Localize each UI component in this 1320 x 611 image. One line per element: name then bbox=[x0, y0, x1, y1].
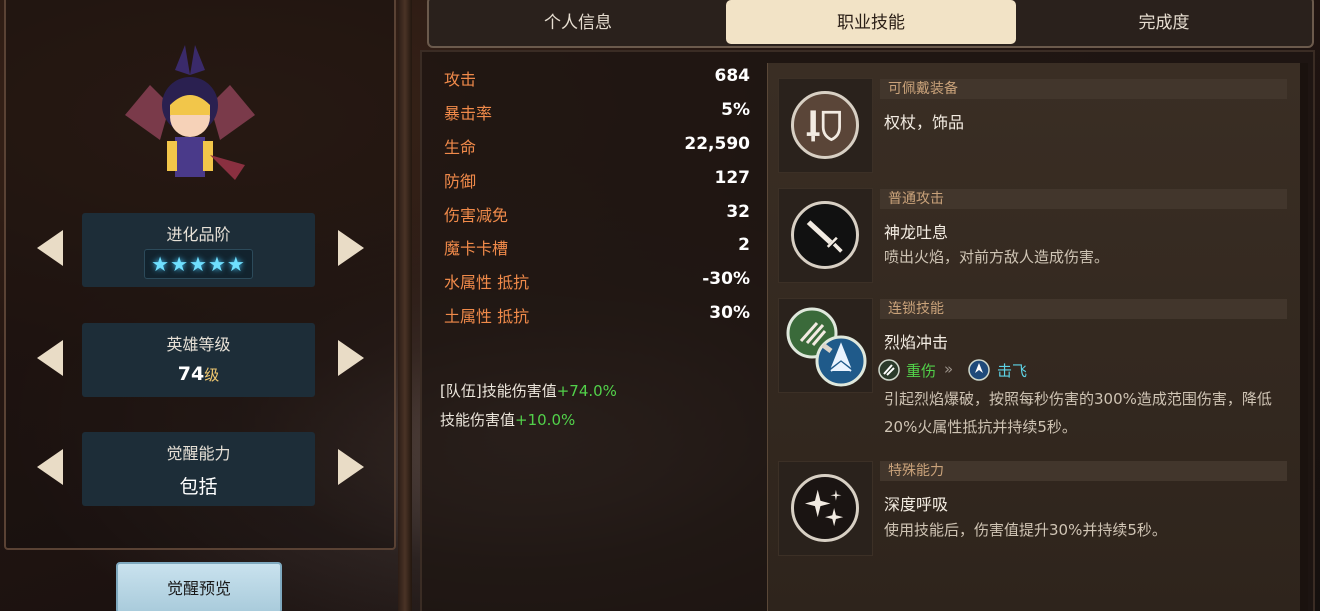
panel-divider bbox=[398, 0, 412, 611]
skill-damage-bonus: 技能伤害值+10.0% bbox=[440, 411, 576, 429]
level-next-arrow[interactable] bbox=[336, 338, 366, 378]
hero-level-label: 英雄等级 bbox=[166, 335, 231, 354]
stat-row: 暴击率 5% bbox=[444, 100, 750, 123]
sparkle-icon bbox=[791, 474, 859, 542]
tab-bar: 个人信息 职业技能 完成度 bbox=[427, 0, 1314, 48]
chain-to-tag: 击飞 bbox=[997, 362, 1028, 380]
tab-personal-info[interactable]: 个人信息 bbox=[433, 0, 723, 44]
chain-skill-icon bbox=[786, 307, 867, 387]
normal-attack-header: 普通攻击 bbox=[880, 189, 1287, 209]
special-name: 深度呼吸 bbox=[884, 495, 949, 514]
normal-attack-desc: 喷出火焰，对前方敌人造成伤害。 bbox=[884, 248, 1110, 266]
tab-class-skills[interactable]: 职业技能 bbox=[726, 0, 1016, 44]
normal-attack-icon-box bbox=[778, 188, 873, 283]
special-desc: 使用技能后，伤害值提升30%并持续5秒。 bbox=[884, 521, 1167, 539]
evolution-card: 进化品阶 ★★★★★ bbox=[82, 213, 315, 287]
hero-level-value: 74级 bbox=[177, 363, 220, 385]
evolution-stars: ★★★★★ bbox=[144, 249, 253, 279]
tab-completion[interactable]: 完成度 bbox=[1019, 0, 1309, 44]
special-header: 特殊能力 bbox=[880, 461, 1287, 481]
stat-row: 土属性 抵抗 30% bbox=[444, 303, 750, 326]
awakening-value: 包括 bbox=[179, 476, 218, 498]
awakening-prev-arrow[interactable] bbox=[35, 447, 65, 487]
evolution-prev-arrow[interactable] bbox=[35, 228, 65, 268]
stat-row: 防御 127 bbox=[444, 168, 750, 191]
evolution-label: 进化品阶 bbox=[166, 225, 231, 244]
equipment-name: 权杖，饰品 bbox=[884, 113, 965, 132]
chain-skill-desc: 引起烈焰爆破，按照每秒伤害的300%造成范围伤害，降低20%火属性抵抗并持续5秒… bbox=[884, 390, 1272, 436]
special-icon-box bbox=[778, 461, 873, 556]
chain-skill-icon-box bbox=[778, 298, 873, 393]
awaken-preview-button[interactable]: 觉醒预览 bbox=[116, 562, 282, 611]
normal-attack-name: 神龙吐息 bbox=[884, 223, 949, 242]
hero-portrait bbox=[125, 45, 255, 180]
weapon-shield-icon bbox=[791, 91, 859, 159]
stat-row: 攻击 684 bbox=[444, 66, 750, 89]
stat-row: 水属性 抵抗 -30% bbox=[444, 269, 750, 292]
stat-row: 魔卡卡槽 2 bbox=[444, 235, 750, 258]
chain-arrow-icon: » bbox=[944, 360, 954, 378]
awakening-next-arrow[interactable] bbox=[336, 447, 366, 487]
evolution-next-arrow[interactable] bbox=[336, 228, 366, 268]
team-skill-damage-bonus: [队伍]技能伤害值+74.0% bbox=[440, 382, 617, 400]
chain-skill-header: 连锁技能 bbox=[880, 299, 1287, 319]
sword-icon bbox=[791, 201, 859, 269]
scrollbar[interactable] bbox=[1300, 63, 1308, 611]
stat-row: 生命 22,590 bbox=[444, 134, 750, 157]
equipment-icon-box bbox=[778, 78, 873, 173]
level-prev-arrow[interactable] bbox=[35, 338, 65, 378]
awakening-label: 觉醒能力 bbox=[166, 444, 231, 463]
equipment-header: 可佩戴装备 bbox=[880, 79, 1287, 99]
stat-row: 伤害减免 32 bbox=[444, 202, 750, 225]
hero-level-card: 英雄等级 74级 bbox=[82, 323, 315, 397]
chain-skill-name: 烈焰冲击 bbox=[884, 333, 949, 352]
heavy-wound-tag-icon bbox=[878, 359, 900, 381]
airborne-tag-icon bbox=[968, 359, 990, 381]
awakening-card: 觉醒能力 包括 bbox=[82, 432, 315, 506]
chain-from-tag: 重伤 bbox=[906, 362, 937, 380]
